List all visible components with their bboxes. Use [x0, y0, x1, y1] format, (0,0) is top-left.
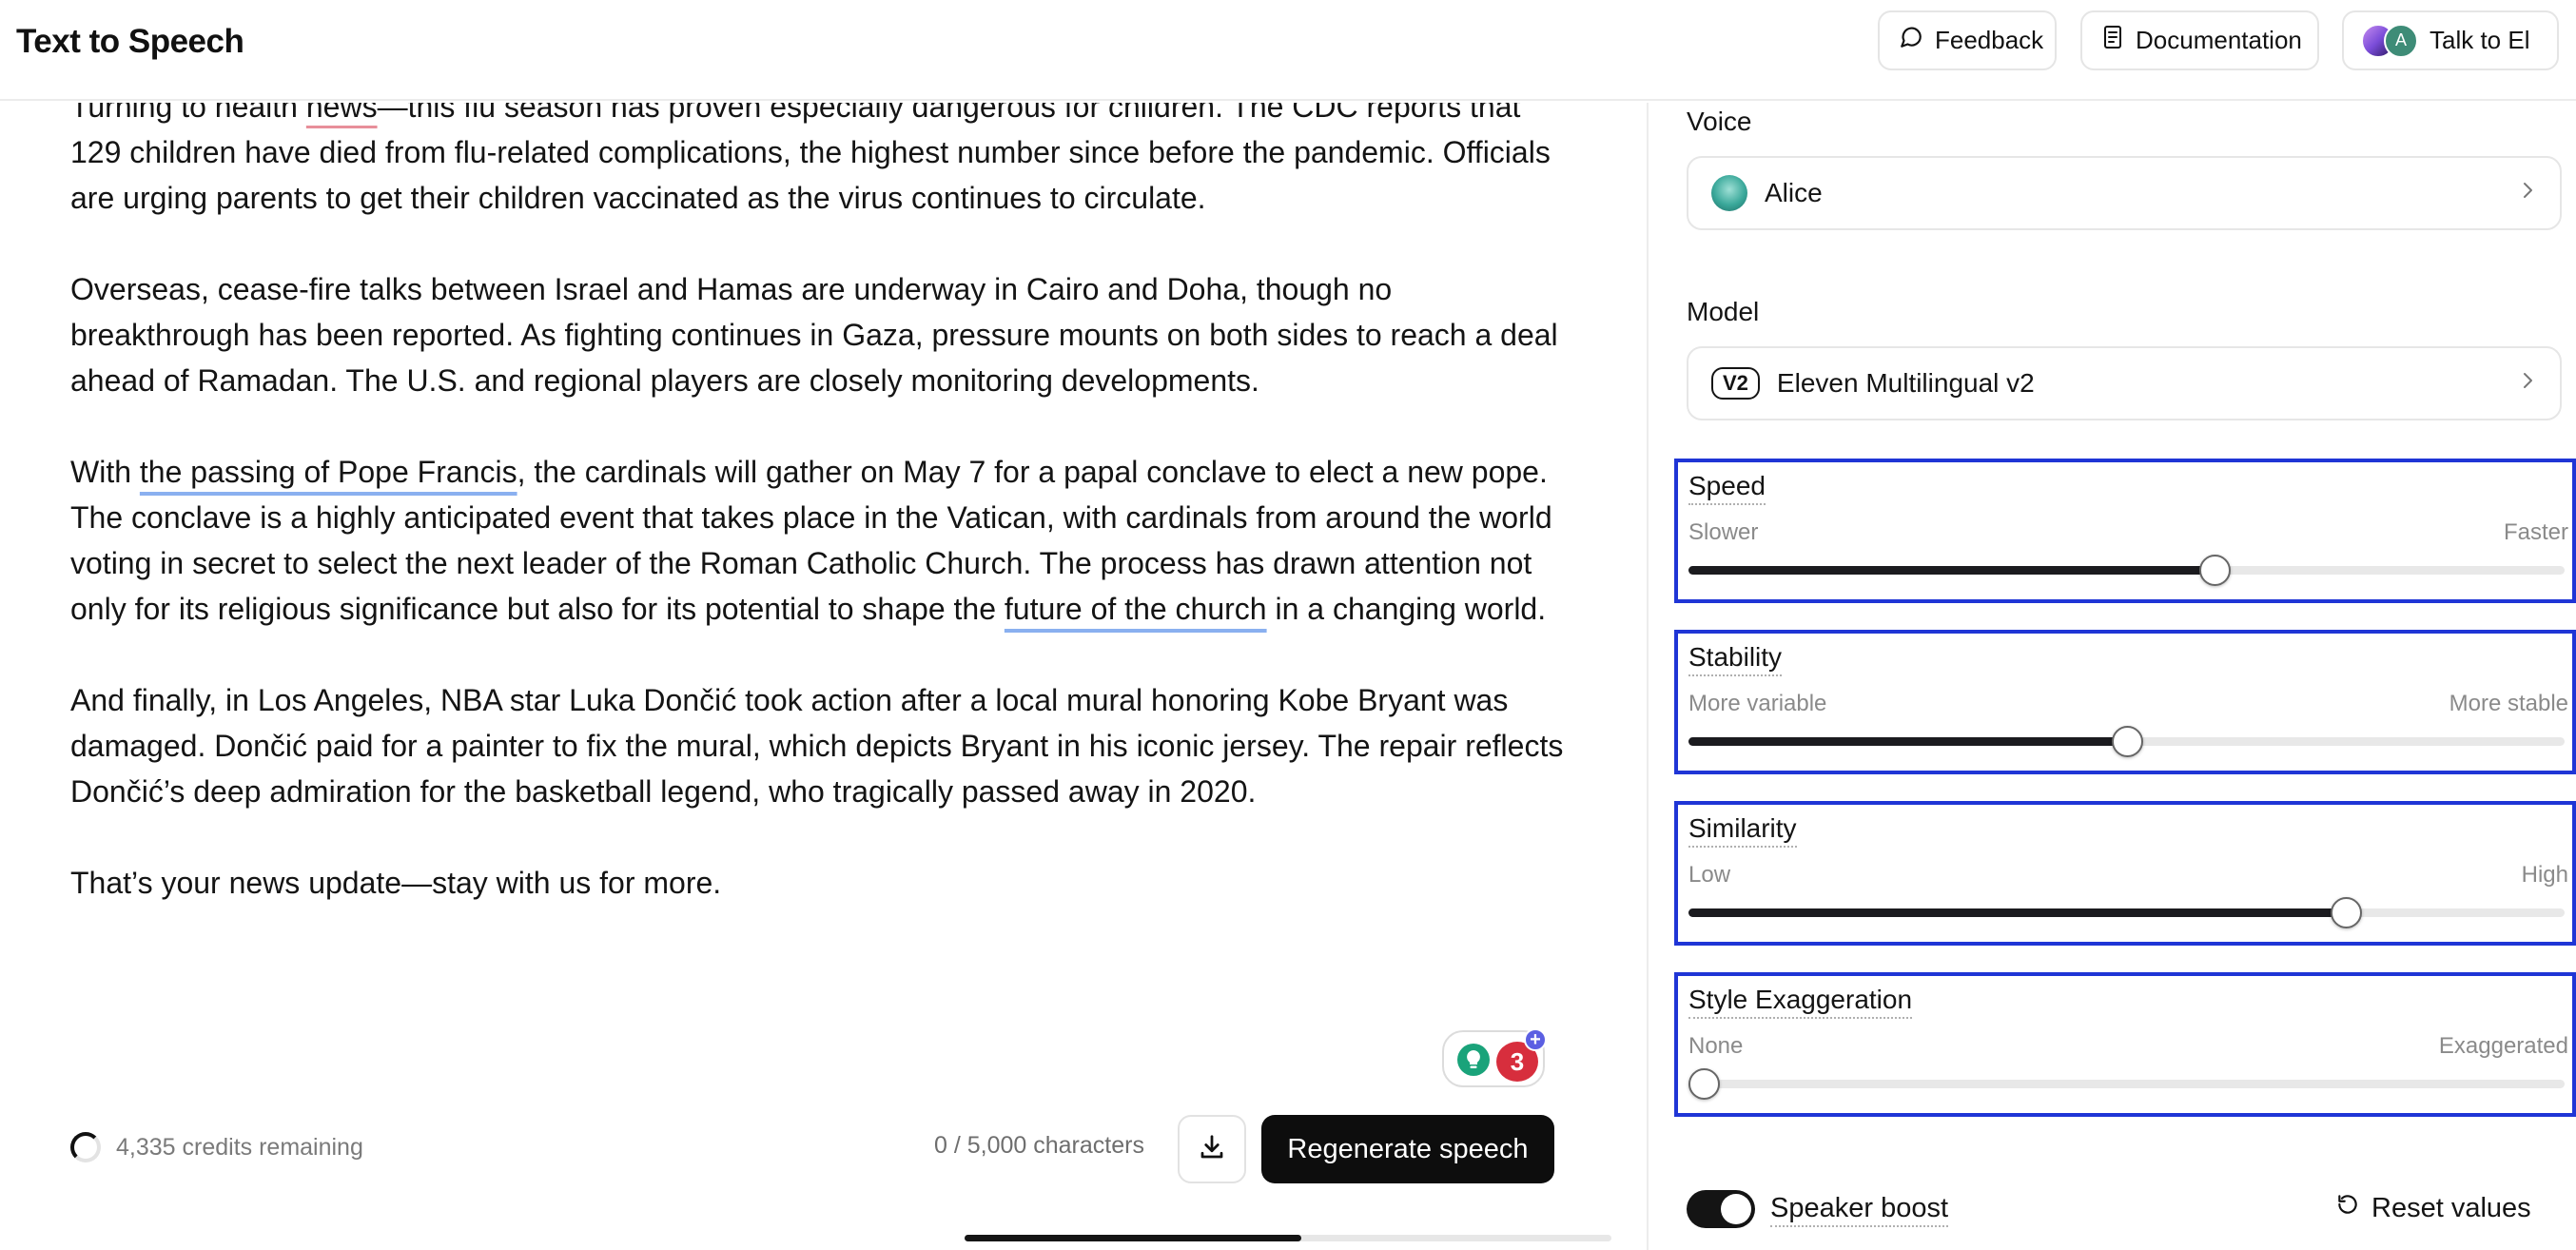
slider-title: Stability	[1688, 641, 1783, 676]
slider-max-label: Faster	[2503, 519, 2568, 545]
settings-panel: Voice Alice Model V2 Eleven Multilingual…	[1647, 103, 2576, 1250]
voice-avatar	[1711, 175, 1747, 211]
text-run: With	[70, 455, 140, 489]
speaker-boost-toggle[interactable]	[1687, 1190, 1755, 1228]
similarity-slider-group: Similarity Low High	[1674, 801, 2576, 946]
model-selector[interactable]: V2 Eleven Multilingual v2	[1687, 346, 2562, 420]
credits-ring-icon	[70, 1132, 101, 1162]
feedback-label: Feedback	[1935, 26, 2044, 54]
paragraph: That’s your news update—stay with us for…	[70, 866, 722, 900]
document-icon	[2101, 25, 2124, 56]
reset-icon	[2335, 1191, 2360, 1225]
download-button[interactable]	[1178, 1115, 1246, 1183]
slider-max-label: More stable	[2449, 691, 2568, 716]
top-bar: Text to Speech Feedback Documentation A …	[0, 0, 2576, 101]
slider-min-label: More variable	[1688, 691, 1827, 716]
model-value: Eleven Multilingual v2	[1776, 368, 2035, 398]
model-version-badge: V2	[1711, 367, 1760, 400]
grammar-assistant-badge[interactable]: 3 +	[1442, 1028, 1547, 1087]
documentation-label: Documentation	[2136, 26, 2302, 54]
slider-title: Style Exaggeration	[1688, 984, 1913, 1019]
chat-bubble-icon	[1899, 25, 1923, 56]
horizontal-scrollbar[interactable]	[965, 1235, 1611, 1241]
slider-handle[interactable]	[2111, 726, 2143, 757]
page-title: Text to Speech	[16, 23, 244, 60]
text-editor[interactable]: Turning to health news—this flu season h…	[0, 103, 1646, 1206]
slider-title: Similarity	[1688, 812, 1797, 848]
text-run: Turning to health	[70, 103, 306, 124]
toggle-knob	[1721, 1194, 1751, 1224]
slider-min-label: None	[1688, 1033, 1744, 1059]
reset-label: Reset values	[2371, 1193, 2531, 1223]
plus-icon: +	[1524, 1028, 1547, 1051]
paragraph: And finally, in Los Angeles, NBA star Lu…	[70, 683, 1564, 809]
talk-to-el-button[interactable]: A Talk to El	[2342, 10, 2559, 70]
slider-max-label: Exaggerated	[2438, 1033, 2568, 1059]
suggestion-link[interactable]: the passing of Pope Francis	[140, 455, 517, 489]
talk-label: Talk to El	[2430, 26, 2530, 54]
slider-min-label: Slower	[1688, 519, 1759, 545]
credits-remaining: 4,335 credits remaining	[116, 1133, 363, 1161]
slider-handle[interactable]	[1688, 1068, 1720, 1100]
paragraph: Overseas, cease-fire talks between Israe…	[70, 272, 1558, 398]
speed-slider[interactable]	[1688, 555, 2565, 586]
suggestion-link[interactable]: future of the church	[1005, 592, 1267, 626]
documentation-button[interactable]: Documentation	[2080, 10, 2319, 70]
agent-avatars: A	[2361, 23, 2418, 58]
slider-min-label: Low	[1688, 862, 1731, 888]
spelling-flag[interactable]: news	[306, 103, 378, 124]
feedback-button[interactable]: Feedback	[1878, 10, 2057, 70]
voice-selector[interactable]: Alice	[1687, 156, 2562, 230]
character-count: 0 / 5,000 characters	[934, 1132, 1144, 1159]
voice-label: Voice	[1687, 107, 1752, 136]
download-icon	[1198, 1133, 1226, 1166]
scrollbar-thumb[interactable]	[965, 1235, 1301, 1241]
speed-slider-group: Speed Slower Faster	[1674, 459, 2576, 603]
chevron-right-icon	[2518, 368, 2537, 399]
editor-content[interactable]: Turning to health news—this flu season h…	[70, 103, 1573, 951]
reset-values-button[interactable]: Reset values	[2335, 1191, 2531, 1225]
style-exaggeration-slider[interactable]	[1688, 1068, 2565, 1100]
slider-max-label: High	[2521, 862, 2568, 888]
slider-fill	[1688, 908, 2346, 917]
stability-slider-group: Stability More variable More stable	[1674, 630, 2576, 774]
chevron-right-icon	[2518, 178, 2537, 208]
slider-title: Speed	[1688, 470, 1766, 505]
slider-fill	[1688, 566, 2215, 575]
voice-value: Alice	[1765, 178, 1823, 207]
similarity-slider[interactable]	[1688, 897, 2565, 928]
lightbulb-icon	[1457, 1044, 1490, 1076]
paragraph: Turning to health news—this flu season h…	[70, 103, 1573, 221]
slider-fill	[1688, 737, 2127, 746]
credits-indicator: 4,335 credits remaining	[70, 1132, 363, 1162]
avatar: A	[2384, 23, 2418, 58]
model-label: Model	[1687, 297, 1760, 326]
slider-handle[interactable]	[2330, 897, 2362, 928]
style-exaggeration-slider-group: Style Exaggeration None Exaggerated	[1674, 972, 2576, 1117]
stability-slider[interactable]	[1688, 726, 2565, 757]
text-run: in a changing world.	[1266, 592, 1547, 626]
paragraph: With the passing of Pope Francis, the ca…	[70, 449, 1573, 632]
speaker-boost-label: Speaker boost	[1770, 1191, 1949, 1227]
regenerate-speech-button[interactable]: Regenerate speech	[1261, 1115, 1554, 1183]
slider-handle[interactable]	[2198, 555, 2231, 586]
